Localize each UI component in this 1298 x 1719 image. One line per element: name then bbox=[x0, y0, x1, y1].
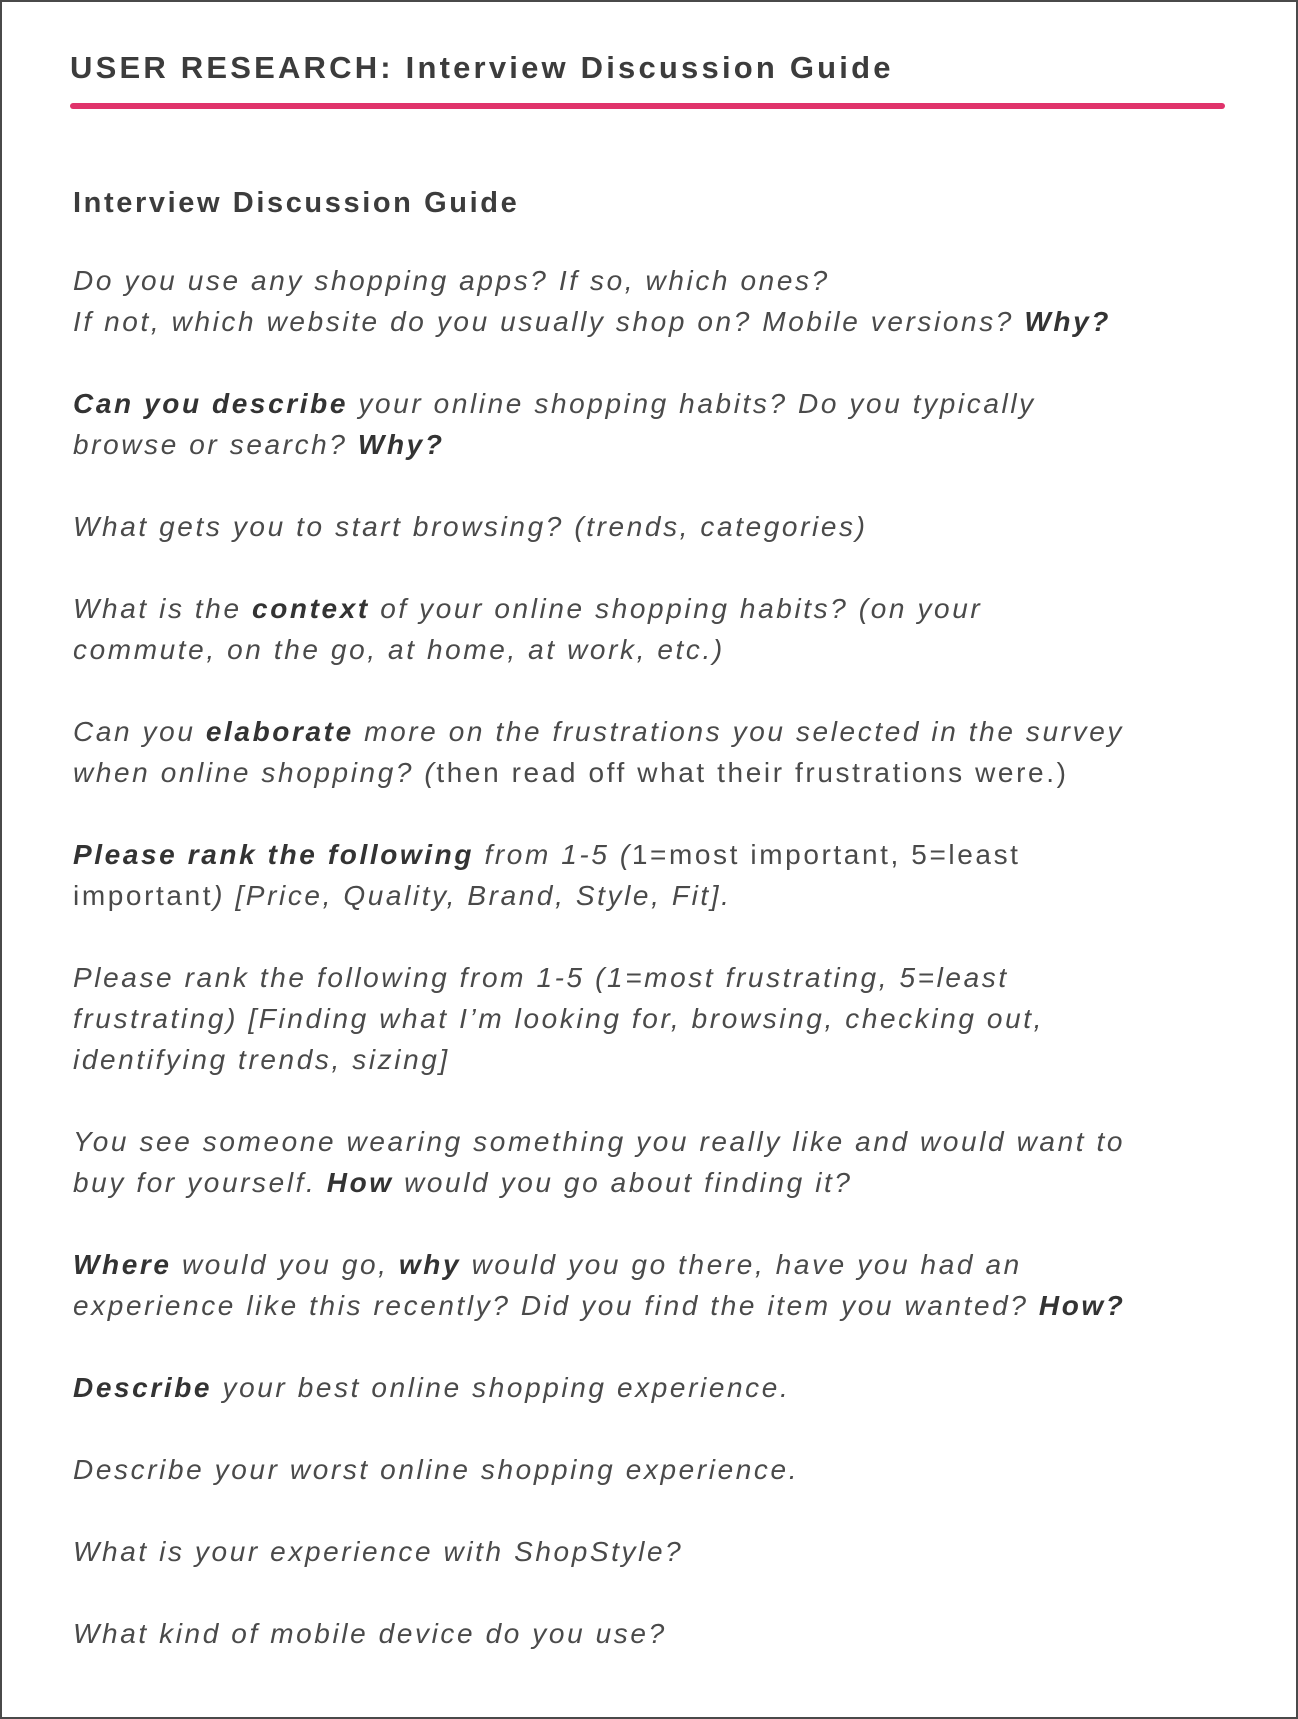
question-text: would you go about finding it? bbox=[393, 1167, 853, 1198]
question-line: If not, which website do you usually sho… bbox=[73, 301, 1253, 342]
question-text: frustrating) [Finding what I’m looking f… bbox=[73, 1003, 1045, 1034]
question-text: would you go, bbox=[171, 1249, 399, 1280]
question-emphasis: context bbox=[252, 593, 370, 624]
question-emphasis: Describe bbox=[73, 1372, 213, 1403]
question-text: experience like this recently? Did you f… bbox=[73, 1290, 1039, 1321]
question-line: commute, on the go, at home, at work, et… bbox=[73, 629, 1253, 670]
question-start-browsing: What gets you to start browsing? (trends… bbox=[73, 506, 1253, 547]
question-line: Please rank the following from 1-5 (1=mo… bbox=[73, 957, 1253, 998]
question-line: Where would you go, why would you go the… bbox=[73, 1244, 1253, 1285]
question-line: important) [Price, Quality, Brand, Style… bbox=[73, 875, 1253, 916]
question-line: Can you describe your online shopping ha… bbox=[73, 383, 1253, 424]
question-text: browse or search? bbox=[73, 429, 358, 460]
question-line: What is the context of your online shopp… bbox=[73, 588, 1253, 629]
question-text: identifying trends, sizing] bbox=[73, 1044, 450, 1075]
question-emphasis: How bbox=[326, 1167, 394, 1198]
question-shopstyle: What is your experience with ShopStyle? bbox=[73, 1531, 1253, 1572]
page-header-title: USER RESEARCH: Interview Discussion Guid… bbox=[70, 50, 894, 85]
question-line: experience like this recently? Did you f… bbox=[73, 1285, 1253, 1326]
question-text: buy for yourself. bbox=[73, 1167, 327, 1198]
question-text: You see someone wearing something you re… bbox=[73, 1126, 1126, 1157]
discussion-guide: Interview Discussion Guide Do you use an… bbox=[73, 180, 1253, 1695]
question-emphasis: Please rank the following bbox=[73, 839, 475, 870]
question-line: identifying trends, sizing] bbox=[73, 1039, 1253, 1080]
section-title: Interview Discussion Guide bbox=[73, 187, 520, 219]
interviewer-note: then read off what their frustrations we… bbox=[436, 757, 1069, 788]
question-text: What is the bbox=[73, 593, 253, 624]
question-text-upright: 1=most important, 5=least bbox=[631, 839, 1021, 870]
question-context: What is the context of your online shopp… bbox=[73, 588, 1253, 670]
question-mobile-device: What kind of mobile device do you use? bbox=[73, 1613, 1253, 1654]
question-line: Do you use any shopping apps? If so, whi… bbox=[73, 260, 1253, 301]
question-line: What gets you to start browsing? (trends… bbox=[73, 506, 1253, 547]
question-line: What is your experience with ShopStyle? bbox=[73, 1531, 1253, 1572]
question-line: when online shopping? (then read off wha… bbox=[73, 752, 1253, 793]
question-text: your online shopping habits? Do you typi… bbox=[348, 388, 1036, 419]
question-text: Can you bbox=[73, 716, 206, 747]
question-text: Please rank the following from 1-5 (1=mo… bbox=[73, 962, 1009, 993]
document-page: USER RESEARCH: Interview Discussion Guid… bbox=[0, 0, 1298, 1719]
question-apps-websites: Do you use any shopping apps? If so, whi… bbox=[73, 260, 1253, 342]
question-line: frustrating) [Finding what I’m looking f… bbox=[73, 998, 1253, 1039]
question-rank-frustrations: Please rank the following from 1-5 (1=mo… bbox=[73, 957, 1253, 1080]
question-text: when online shopping? ( bbox=[73, 757, 437, 788]
question-best-experience: Describe your best online shopping exper… bbox=[73, 1367, 1253, 1408]
question-text: If not, which website do you usually sho… bbox=[73, 306, 1025, 337]
question-text: would you go there, have you had an bbox=[461, 1249, 1022, 1280]
question-line: What kind of mobile device do you use? bbox=[73, 1613, 1253, 1654]
question-rank-importance: Please rank the following from 1-5 (1=mo… bbox=[73, 834, 1253, 916]
question-emphasis: Where bbox=[73, 1249, 172, 1280]
question-emphasis: How? bbox=[1038, 1290, 1126, 1321]
question-emphasis: Why? bbox=[357, 429, 445, 460]
question-line: Can you elaborate more on the frustratio… bbox=[73, 711, 1253, 752]
question-text: ) [Price, Quality, Brand, Style, Fit]. bbox=[213, 880, 732, 911]
question-text: your best online shopping experience. bbox=[212, 1372, 791, 1403]
question-line: browse or search? Why? bbox=[73, 424, 1253, 465]
question-line: Please rank the following from 1-5 (1=mo… bbox=[73, 834, 1253, 875]
question-frustrations: Can you elaborate more on the frustratio… bbox=[73, 711, 1253, 793]
question-text: Describe your worst online shopping expe… bbox=[73, 1454, 800, 1485]
question-finding-item: You see someone wearing something you re… bbox=[73, 1121, 1253, 1203]
question-text: more on the frustrations you selected in… bbox=[353, 716, 1124, 747]
question-text: What gets you to start browsing? (trends… bbox=[73, 511, 868, 542]
question-text: What is your experience with ShopStyle? bbox=[73, 1536, 684, 1567]
question-line: Describe your best online shopping exper… bbox=[73, 1367, 1253, 1408]
question-text-upright: important bbox=[73, 880, 214, 911]
question-emphasis: Why? bbox=[1024, 306, 1111, 337]
question-line: buy for yourself. How would you go about… bbox=[73, 1162, 1253, 1203]
question-where-why: Where would you go, why would you go the… bbox=[73, 1244, 1253, 1326]
question-worst-experience: Describe your worst online shopping expe… bbox=[73, 1449, 1253, 1490]
question-emphasis: why bbox=[398, 1249, 462, 1280]
question-shopping-habits: Can you describe your online shopping ha… bbox=[73, 383, 1253, 465]
question-text: from 1-5 ( bbox=[474, 839, 632, 870]
header-divider bbox=[70, 103, 1225, 109]
question-text: What kind of mobile device do you use? bbox=[73, 1618, 667, 1649]
question-line: Describe your worst online shopping expe… bbox=[73, 1449, 1253, 1490]
question-text: Do you use any shopping apps? If so, whi… bbox=[73, 265, 830, 296]
question-text: commute, on the go, at home, at work, et… bbox=[73, 634, 725, 665]
question-emphasis: Can you describe bbox=[73, 388, 349, 419]
question-line: You see someone wearing something you re… bbox=[73, 1121, 1253, 1162]
question-emphasis: elaborate bbox=[205, 716, 354, 747]
question-text: of your online shopping habits? (on your bbox=[369, 593, 983, 624]
